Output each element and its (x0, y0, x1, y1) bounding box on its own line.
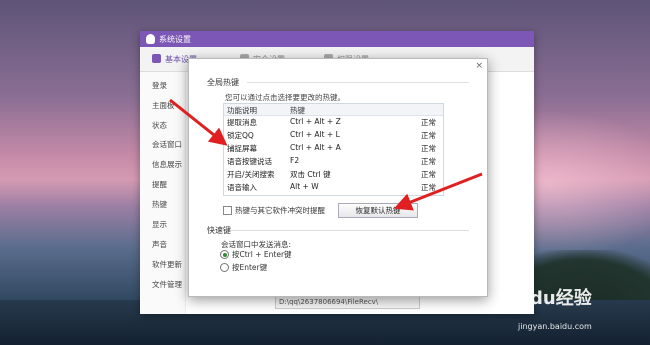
sidebar-item-display[interactable]: 显示 (152, 219, 167, 230)
sidebar-item-sound[interactable]: 声音 (152, 239, 167, 250)
conflict-reminder-checkbox[interactable] (223, 206, 232, 215)
radio-enter[interactable] (220, 263, 229, 272)
column-header-hotkey: 热键 (290, 106, 305, 115)
watermark-url: jingyan.baidu.com (518, 322, 592, 331)
hotkey-hint-text: 您可以通过点击选择要更改的热键。 (225, 93, 345, 102)
radio-ctrl-enter[interactable] (220, 250, 229, 259)
qq-logo-icon (146, 34, 155, 44)
table-row[interactable]: 锁定QQ Ctrl + Alt + L 正常 (224, 129, 443, 140)
column-header-function: 功能说明 (227, 106, 257, 115)
table-row[interactable]: 语音按键说话 F2 正常 (224, 155, 443, 166)
section-divider (231, 230, 469, 231)
conflict-reminder-label[interactable]: 热键与其它软件冲突时提醒 (235, 205, 325, 216)
global-hotkey-section-title: 全局热键 (207, 78, 239, 87)
sidebar-item-login[interactable]: 登录 (152, 80, 167, 91)
sidebar-item-reminder[interactable]: 提醒 (152, 179, 167, 190)
hotkey-table: 功能说明 热键 提取消息 Ctrl + Alt + Z 正常 锁定QQ Ctrl + … (223, 103, 444, 196)
table-row[interactable]: 捕捉屏幕 Ctrl + Alt + A 正常 (224, 142, 443, 153)
sidebar: 登录 主面板 状态 会话窗口 信息展示 提醒 热键 显示 声音 软件更新 文件管… (140, 72, 186, 314)
title-bar[interactable]: 系统设置 (140, 31, 534, 47)
sidebar-item-main-panel[interactable]: 主面板 (152, 100, 175, 111)
sidebar-item-file-management[interactable]: 文件管理 (152, 279, 182, 290)
table-row[interactable]: 语音输入 Alt + W 正常 (224, 181, 443, 192)
section-divider (247, 82, 469, 83)
quick-key-section-title: 快速键 (207, 226, 231, 235)
sidebar-item-info-display[interactable]: 信息展示 (152, 159, 182, 170)
restore-default-hotkeys-button[interactable]: 恢复默认热键 (338, 203, 418, 218)
sidebar-item-status[interactable]: 状态 (152, 120, 167, 131)
window-title: 系统设置 (159, 35, 191, 44)
sidebar-item-update[interactable]: 软件更新 (152, 259, 182, 270)
radio-enter-label[interactable]: 按Enter键 (232, 262, 267, 273)
table-header: 功能说明 热键 (224, 104, 443, 116)
hotkey-dialog: × 全局热键 您可以通过点击选择要更改的热键。 功能说明 热键 提取消息 Ctrl… (188, 58, 488, 297)
file-path-field[interactable]: D:\qq\2637806694\FileRecv\ (275, 295, 420, 309)
sidebar-item-chat-window[interactable]: 会话窗口 (152, 139, 182, 150)
close-icon[interactable]: × (475, 61, 483, 71)
sidebar-item-hotkey[interactable]: 热键 (152, 199, 167, 210)
radio-ctrl-enter-label[interactable]: 按Ctrl + Enter键 (232, 249, 292, 260)
table-row[interactable]: 提取消息 Ctrl + Alt + Z 正常 (224, 116, 443, 127)
table-row[interactable]: 开启/关闭搜索 双击 Ctrl 键正常 (224, 168, 443, 179)
baidu-watermark: Baidu经验 (498, 288, 592, 309)
gear-icon (152, 54, 161, 63)
